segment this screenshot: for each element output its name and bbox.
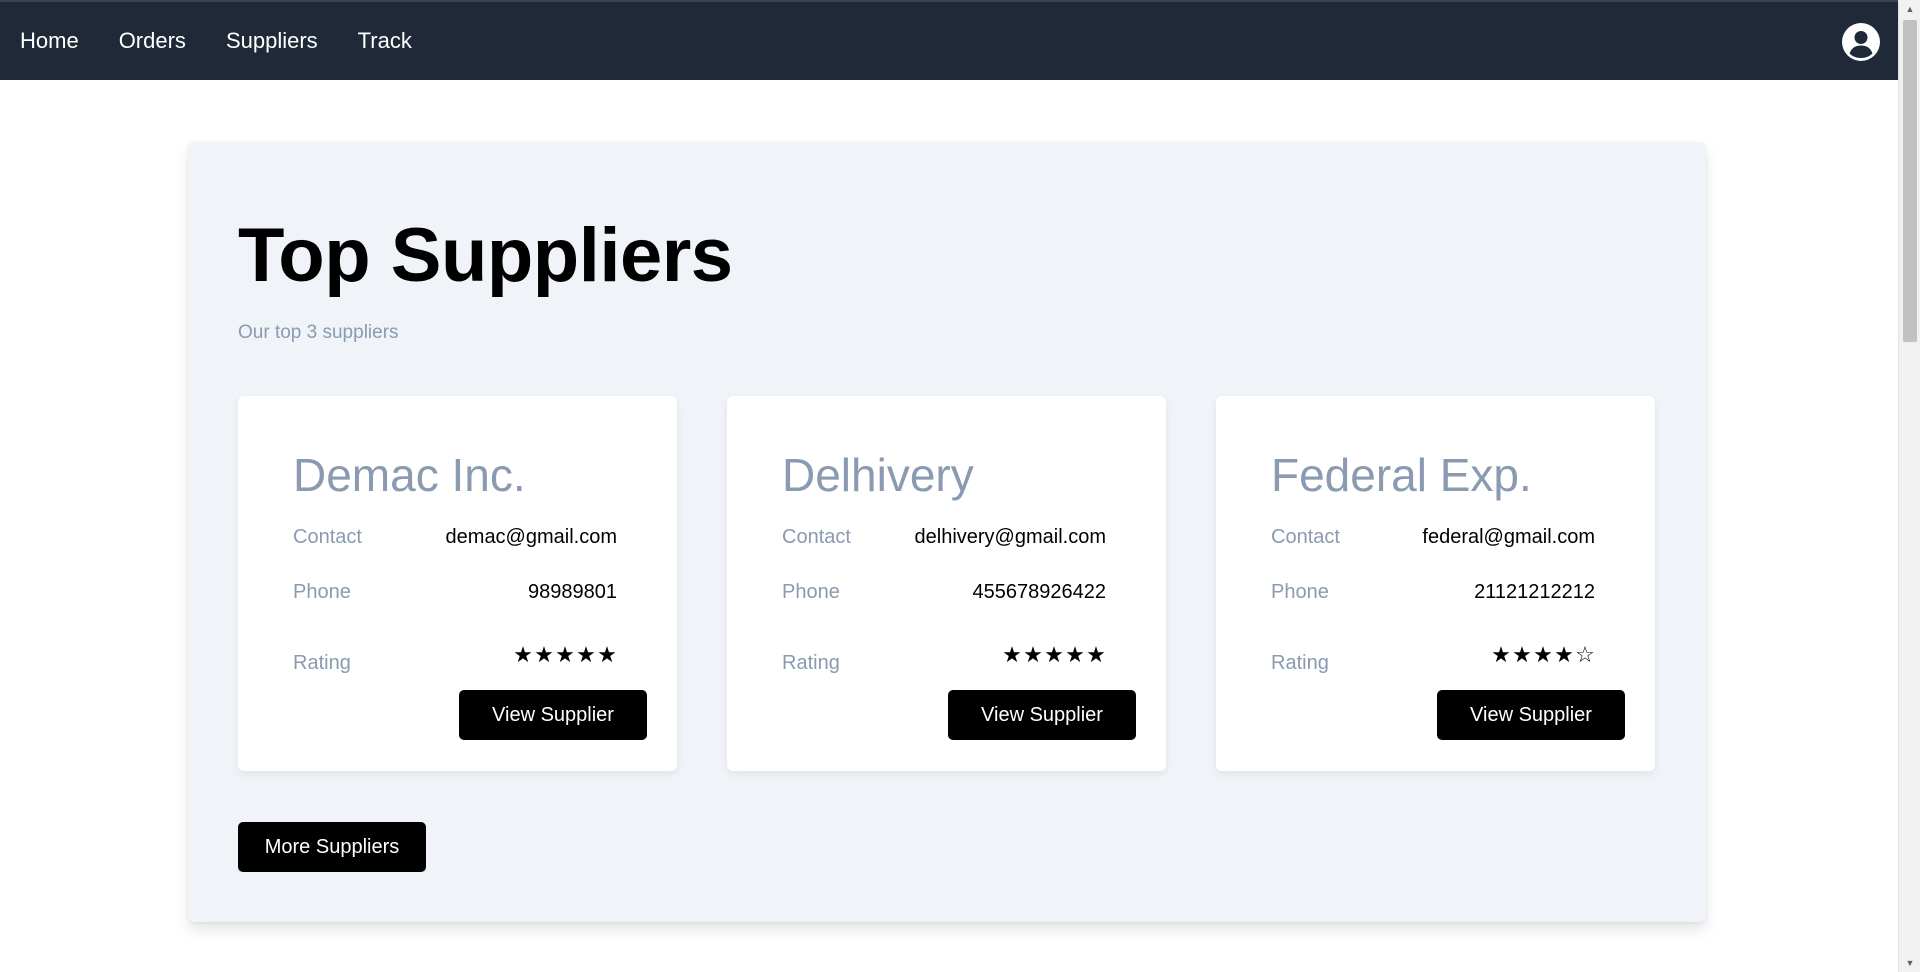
scrollbar-thumb[interactable]	[1903, 20, 1917, 342]
star-filled-icon: ★	[1023, 641, 1043, 667]
star-filled-icon: ★	[513, 641, 533, 667]
contact-row: Contact federal@gmail.com	[1271, 526, 1595, 549]
supplier-name: Demac Inc.	[293, 449, 526, 501]
star-filled-icon: ★	[1002, 641, 1022, 667]
supplier-name: Federal Exp.	[1271, 449, 1532, 501]
view-supplier-button[interactable]: View Supplier	[1437, 690, 1625, 740]
star-filled-icon: ★	[1533, 641, 1553, 667]
rating-label: Rating	[293, 652, 351, 674]
phone-value: 98989801	[528, 581, 617, 603]
supplier-card: Demac Inc. Contact demac@gmail.com Phone…	[238, 396, 677, 771]
supplier-cards: Demac Inc. Contact demac@gmail.com Phone…	[238, 396, 1655, 771]
scroll-down-arrow-icon[interactable]: ▼	[1899, 954, 1920, 972]
star-filled-icon: ★	[1491, 641, 1511, 667]
star-filled-icon: ★	[1044, 641, 1064, 667]
supplier-card: Federal Exp. Contact federal@gmail.com P…	[1216, 396, 1655, 771]
contact-label: Contact	[782, 526, 851, 548]
rating-label: Rating	[1271, 652, 1329, 674]
contact-label: Contact	[293, 526, 362, 548]
star-empty-icon: ☆	[1575, 641, 1595, 667]
star-rating: ★ ★ ★ ★ ★	[1002, 641, 1106, 667]
supplier-card: Delhivery Contact delhivery@gmail.com Ph…	[727, 396, 1166, 771]
contact-label: Contact	[1271, 526, 1340, 548]
star-filled-icon: ★	[1512, 641, 1532, 667]
contact-value: demac@gmail.com	[445, 526, 617, 548]
top-suppliers-panel: Top Suppliers Our top 3 suppliers Demac …	[188, 142, 1706, 922]
phone-value: 21121212212	[1474, 581, 1595, 603]
rating-label: Rating	[782, 652, 840, 674]
star-filled-icon: ★	[1065, 641, 1085, 667]
star-filled-icon: ★	[1554, 641, 1574, 667]
phone-label: Phone	[782, 581, 840, 603]
nav-link-track[interactable]: Track	[358, 28, 412, 54]
star-filled-icon: ★	[576, 641, 596, 667]
phone-label: Phone	[293, 581, 351, 603]
view-supplier-button[interactable]: View Supplier	[948, 690, 1136, 740]
nav-link-suppliers[interactable]: Suppliers	[226, 28, 318, 54]
page-subtitle: Our top 3 suppliers	[238, 322, 399, 343]
star-filled-icon: ★	[534, 641, 554, 667]
nav-link-orders[interactable]: Orders	[119, 28, 186, 54]
rating-row: Rating ★ ★ ★ ★ ☆	[1271, 634, 1595, 675]
star-rating: ★ ★ ★ ★ ☆	[1491, 641, 1595, 667]
more-suppliers-button[interactable]: More Suppliers	[238, 822, 426, 872]
top-navbar: Home Orders Suppliers Track	[0, 0, 1898, 80]
phone-row: Phone 455678926422	[782, 581, 1106, 604]
supplier-name: Delhivery	[782, 449, 974, 501]
rating-row: Rating ★ ★ ★ ★ ★	[782, 634, 1106, 675]
user-circle-icon[interactable]	[1842, 23, 1880, 61]
star-filled-icon: ★	[1086, 641, 1106, 667]
phone-row: Phone 98989801	[293, 581, 617, 604]
nav-link-home[interactable]: Home	[20, 28, 79, 54]
phone-label: Phone	[1271, 581, 1329, 603]
page-scrollbar[interactable]: ▲ ▼	[1898, 0, 1920, 972]
contact-value: delhivery@gmail.com	[914, 526, 1106, 548]
star-rating: ★ ★ ★ ★ ★	[513, 641, 617, 667]
contact-row: Contact demac@gmail.com	[293, 526, 617, 549]
scroll-up-arrow-icon[interactable]: ▲	[1899, 0, 1920, 18]
phone-row: Phone 21121212212	[1271, 581, 1595, 604]
star-filled-icon: ★	[555, 641, 575, 667]
contact-row: Contact delhivery@gmail.com	[782, 526, 1106, 549]
star-filled-icon: ★	[597, 641, 617, 667]
phone-value: 455678926422	[972, 581, 1106, 603]
nav-links: Home Orders Suppliers Track	[0, 28, 452, 54]
view-supplier-button[interactable]: View Supplier	[459, 690, 647, 740]
page-title: Top Suppliers	[238, 213, 733, 298]
rating-row: Rating ★ ★ ★ ★ ★	[293, 634, 617, 675]
contact-value: federal@gmail.com	[1422, 526, 1595, 548]
